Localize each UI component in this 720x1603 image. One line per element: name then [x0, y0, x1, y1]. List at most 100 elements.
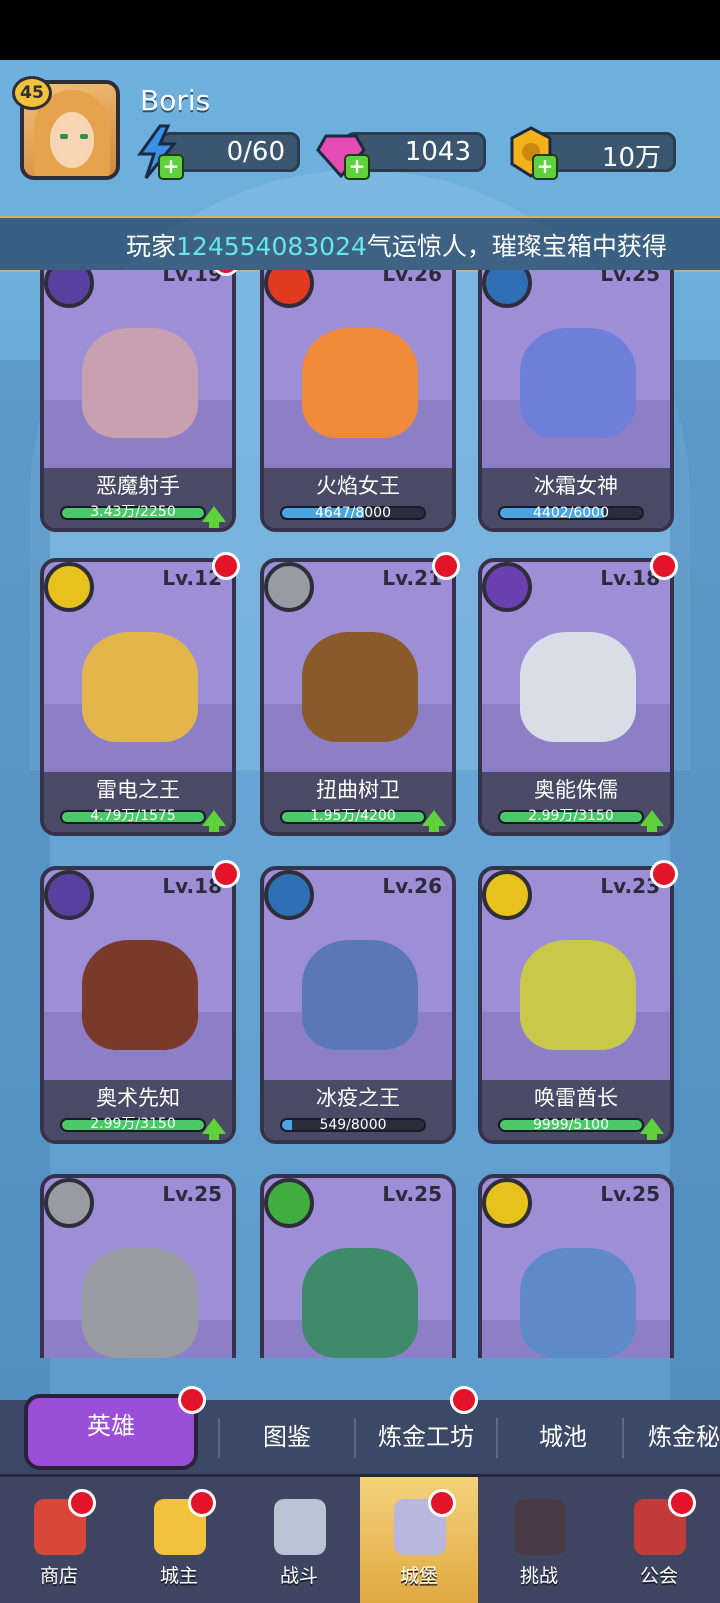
nav-guild[interactable]: 公会 [600, 1477, 718, 1603]
hero-level: Lv.19 [162, 270, 222, 286]
hero-name: 雷电之王 [96, 778, 180, 802]
hero-level: Lv.25 [600, 1182, 660, 1206]
hero-level: Lv.25 [382, 1182, 442, 1206]
tab-alchemy-secret-label: 炼金秘 [648, 1423, 720, 1451]
hero-card[interactable]: Lv.26 火焰女王 4647/8000 [260, 270, 456, 532]
hero-portrait [82, 940, 198, 1050]
nav-lord[interactable]: 城主 [120, 1477, 238, 1603]
hero-name: 冰疫之王 [316, 1086, 400, 1110]
ticker-prefix: 玩家 [126, 232, 177, 261]
hero-portrait [302, 1248, 418, 1358]
hero-name: 冰霜女神 [534, 474, 618, 498]
announcement-ticker: 玩家124554083024气运惊人，璀璨宝箱中获得 [0, 216, 720, 272]
ticker-message: 气运惊人，璀璨宝箱中获得 [366, 232, 667, 261]
hero-portrait [302, 328, 418, 438]
hero-shard-progress-text: 4402/6000 [533, 505, 609, 521]
upgrade-arrow-icon [640, 810, 664, 832]
arcane-icon [482, 562, 532, 612]
gem-add-button[interactable]: + [344, 154, 370, 180]
crystal-icon [264, 870, 314, 920]
upgrade-arrow-icon [202, 1118, 226, 1140]
hero-level: Lv.26 [382, 270, 442, 286]
hero-shard-progress-text: 2.99万/3150 [528, 808, 614, 824]
nav-challenge[interactable]: 挑战 [480, 1477, 598, 1603]
nav-castle-notification-dot [428, 1489, 456, 1517]
tab-heroes-label: 英雄 [87, 1412, 135, 1440]
hero-portrait [520, 328, 636, 438]
hero-notification-dot [432, 552, 460, 580]
hero-card[interactable]: Lv.25 冰霜女神 4402/6000 [478, 270, 674, 532]
hero-portrait [302, 632, 418, 742]
ticker-player-id: 124554083024 [176, 232, 367, 261]
hero-level: Lv.25 [162, 1182, 222, 1206]
hero-level: Lv.26 [382, 874, 442, 898]
upgrade-arrow-icon [640, 1118, 664, 1140]
hero-shard-progress-text: 1.95万/4200 [310, 808, 396, 824]
hero-card[interactable]: Lv.19 恶魔射手 3.43万/2250 [40, 270, 236, 532]
energy-value: 0/60 [226, 137, 285, 167]
nav-shop[interactable]: 商店 [0, 1477, 118, 1603]
hero-level: Lv.25 [600, 270, 660, 286]
gold-value: 10万 [601, 143, 661, 173]
sub-tab-bar: 英雄 图鉴 炼金工坊 城池 炼金秘 [0, 1386, 720, 1474]
wind-icon [264, 1178, 314, 1228]
crossed-swords-icon [274, 1499, 326, 1555]
hero-portrait [82, 328, 198, 438]
hero-name: 奥能侏儒 [534, 778, 618, 802]
nav-castle[interactable]: 城堡 [360, 1477, 478, 1603]
hero-shard-progress-text: 549/8000 [319, 1117, 387, 1133]
hero-portrait [82, 1248, 198, 1358]
nav-battle[interactable]: 战斗 [240, 1477, 358, 1603]
lightning-icon [44, 562, 94, 612]
hero-portrait [520, 1248, 636, 1358]
nav-lord-notification-dot [188, 1489, 216, 1517]
tab-alchemy-workshop-label: 炼金工坊 [378, 1423, 474, 1451]
hero-shard-progress-text: 2.99万/3150 [90, 1116, 176, 1132]
player-level-badge: 45 [12, 76, 52, 110]
status-bar [0, 0, 720, 60]
bottom-navigation: 商店 城主 战斗 城堡 挑战 公会 [0, 1474, 720, 1603]
nav-guild-notification-dot [668, 1489, 696, 1517]
tab-city-label: 城池 [539, 1423, 587, 1451]
hero-portrait [520, 632, 636, 742]
player-name: Boris [140, 84, 211, 117]
upgrade-arrow-icon [422, 810, 446, 832]
energy-add-button[interactable]: + [158, 154, 184, 180]
nav-lord-label: 城主 [159, 1565, 198, 1587]
tab-codex[interactable]: 图鉴 [222, 1400, 352, 1474]
tab-heroes-notification-dot [178, 1386, 206, 1414]
tab-city[interactable]: 城池 [498, 1400, 628, 1474]
gem-value: 1043 [404, 137, 471, 167]
demon-head-icon [514, 1499, 566, 1555]
lightning-icon [482, 1178, 532, 1228]
hero-name: 唤雷酋长 [534, 1086, 618, 1110]
rock-icon [44, 1178, 94, 1228]
tab-alchemy-notification-dot [450, 1386, 478, 1414]
nav-battle-label: 战斗 [279, 1565, 318, 1587]
arrows-icon [44, 870, 94, 920]
nav-challenge-label: 挑战 [519, 1565, 558, 1587]
hero-name: 火焰女王 [316, 474, 400, 498]
armor-icon [264, 562, 314, 612]
hero-portrait [82, 632, 198, 742]
hero-notification-dot [650, 860, 678, 888]
upgrade-arrow-icon [202, 810, 226, 832]
tab-alchemy-workshop[interactable]: 炼金工坊 [356, 1400, 496, 1474]
storm-icon [482, 870, 532, 920]
nav-guild-label: 公会 [639, 1565, 678, 1587]
hero-name: 奥术先知 [96, 1086, 180, 1110]
hero-portrait [520, 940, 636, 1050]
hero-portrait [302, 940, 418, 1050]
hero-name: 恶魔射手 [96, 474, 180, 498]
hero-name: 扭曲树卫 [316, 778, 400, 802]
hero-notification-dot [650, 552, 678, 580]
hero-notification-dot [212, 860, 240, 888]
nav-shop-label: 商店 [39, 1565, 78, 1587]
tab-codex-label: 图鉴 [263, 1423, 311, 1451]
hero-shard-progress-text: 9999/5100 [533, 1117, 609, 1133]
nav-castle-label: 城堡 [399, 1565, 438, 1587]
gold-add-button[interactable]: + [532, 154, 558, 180]
hero-shard-progress-text: 4.79万/1575 [90, 808, 176, 824]
tab-heroes[interactable]: 英雄 [24, 1394, 198, 1470]
tab-alchemy-secret[interactable]: 炼金秘 [628, 1400, 720, 1474]
